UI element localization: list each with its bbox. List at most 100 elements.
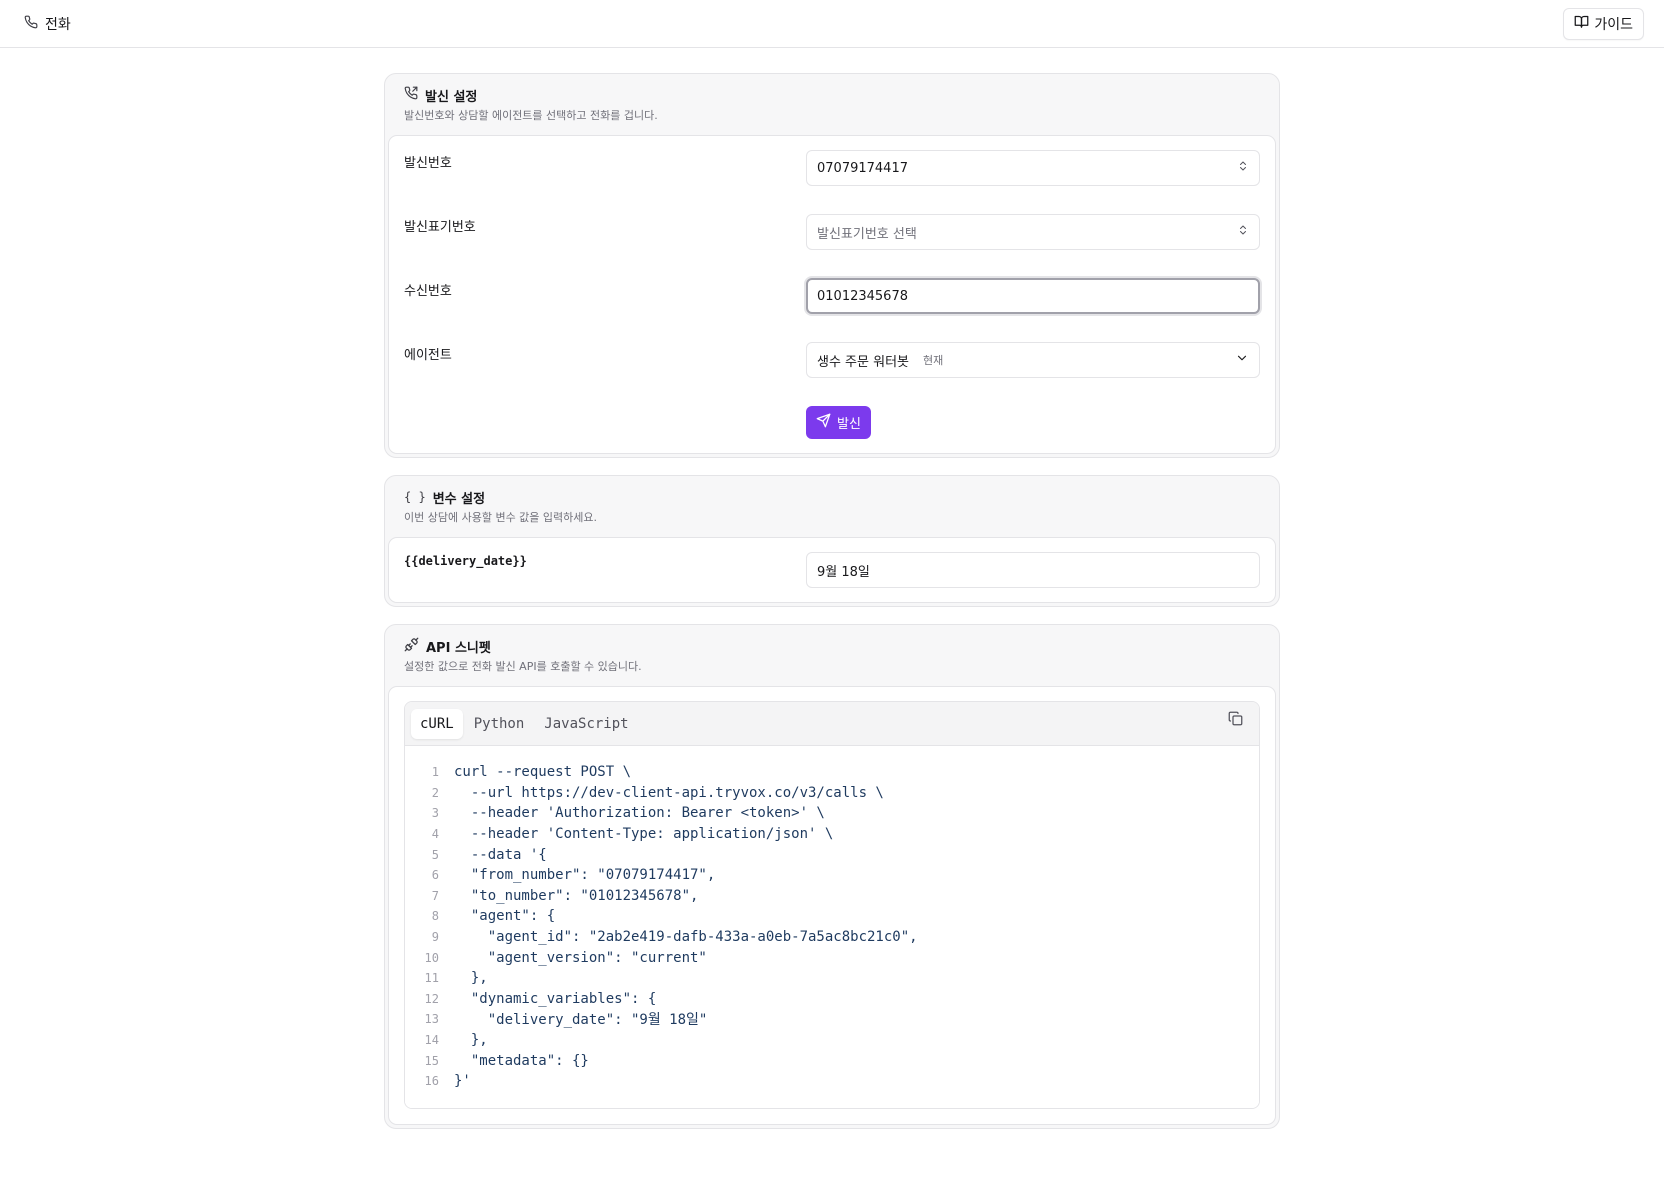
line-content: }' <box>454 1073 471 1090</box>
code-line: 10 "agent_version": "current" <box>405 947 1259 968</box>
phone-outgoing-icon <box>404 86 418 104</box>
send-button[interactable]: 발신 <box>806 406 871 439</box>
line-number: 9 <box>431 930 439 945</box>
section-header: API 스니펫 설정한 값으로 전화 발신 API를 호출할 수 있습니다. <box>388 625 1276 686</box>
send-slot: 발신 <box>806 406 1260 439</box>
line-number: 1 <box>431 765 439 780</box>
code-line: 6 "from_number": "07079174417", <box>405 865 1259 886</box>
chevrons-up-down-icon <box>1237 224 1249 240</box>
variables-form: {{delivery_date}} 9월 18일 <box>388 537 1276 603</box>
send-button-label: 발신 <box>837 417 861 432</box>
section-title: { } 변수 설정 <box>404 488 1260 507</box>
variable-value: 9월 18일 <box>817 564 870 580</box>
line-number: 3 <box>431 806 439 821</box>
tab-javascript[interactable]: JavaScript <box>535 709 637 739</box>
agent-version-tag: 현재 <box>923 354 944 367</box>
code-line: 4 --header 'Content-Type: application/js… <box>405 824 1259 845</box>
section-description: 이번 상담에 사용할 변수 값을 입력하세요. <box>404 511 598 524</box>
section-title-text: API 스니펫 <box>426 640 491 656</box>
display-number-row: 발신표기번호 발신표기번호 선택 <box>404 214 1260 250</box>
section-description: 설정한 값으로 전화 발신 API를 호출할 수 있습니다. <box>404 660 642 673</box>
code-line: 11 }, <box>405 968 1259 989</box>
page-title: 전화 <box>24 14 71 34</box>
variable-name: {{delivery_date}} <box>404 554 527 568</box>
line-content: --header 'Authorization: Bearer <token>'… <box>454 805 825 822</box>
line-content: "metadata": {} <box>454 1052 589 1069</box>
line-number: 14 <box>424 1033 439 1048</box>
chevron-down-icon <box>1235 351 1249 369</box>
guide-button[interactable]: 가이드 <box>1563 7 1644 40</box>
agent-select[interactable]: 생수 주문 워터봇 현재 <box>806 342 1260 378</box>
line-number: 15 <box>424 1053 439 1068</box>
section-header: 발신 설정 발신번호와 상담할 에이전트를 선택하고 전화를 겁니다. <box>388 74 1276 135</box>
guide-button-label: 가이드 <box>1594 16 1633 33</box>
line-content: "to_number": "01012345678", <box>454 887 699 904</box>
recipient-number-label: 수신번호 <box>404 284 452 299</box>
line-number: 13 <box>424 1012 439 1027</box>
code-tabs-bar: cURL Python JavaScript <box>405 702 1259 746</box>
code-line: 3 --header 'Authorization: Bearer <token… <box>405 803 1259 824</box>
line-content: }, <box>454 1032 488 1049</box>
display-number-select[interactable]: 발신표기번호 선택 <box>806 214 1260 250</box>
chevrons-up-down-icon <box>1237 160 1249 176</box>
code-viewer: cURL Python JavaScript 1 curl --request P… <box>404 701 1260 1109</box>
api-snippet-section: API 스니펫 설정한 값으로 전화 발신 API를 호출할 수 있습니다. c… <box>384 624 1280 1129</box>
code-line: 7 "to_number": "01012345678", <box>405 886 1259 907</box>
line-content: --data '{ <box>454 846 547 863</box>
recipient-number-input[interactable]: 01012345678 <box>806 278 1260 314</box>
recipient-number-value: 01012345678 <box>817 288 908 304</box>
line-content: "agent_version": "current" <box>454 949 707 966</box>
line-content: "delivery_date": "9월 18일" <box>454 1012 708 1029</box>
send-icon <box>816 413 831 432</box>
send-row: 발신 <box>404 406 1260 439</box>
plug-icon <box>404 637 419 656</box>
agent-select-value: 생수 주문 워터봇 현재 <box>817 351 943 370</box>
line-content: curl --request POST \ <box>454 764 632 781</box>
line-content: --url https://dev-client-api.tryvox.co/v… <box>454 784 884 801</box>
phone-icon <box>24 15 38 33</box>
code-line: 2 --url https://dev-client-api.tryvox.co… <box>405 783 1259 804</box>
code-line: 15 "metadata": {} <box>405 1050 1259 1071</box>
code-block: 1 curl --request POST \ 2 --url https://de… <box>405 746 1259 1108</box>
caller-number-label: 발신번호 <box>404 156 452 171</box>
section-title-text: 발신 설정 <box>425 89 478 105</box>
copy-button[interactable] <box>1225 711 1245 731</box>
variable-settings-section: { } 변수 설정 이번 상담에 사용할 변수 값을 입력하세요. {{deli… <box>384 475 1280 607</box>
line-content: --header 'Content-Type: application/json… <box>454 826 834 843</box>
line-number: 11 <box>424 971 439 986</box>
section-title: API 스니펫 <box>404 637 1260 656</box>
caller-number-select[interactable]: 07079174417 <box>806 150 1260 186</box>
book-open-icon <box>1574 14 1589 33</box>
code-line: 8 "agent": { <box>405 906 1259 927</box>
variable-row: {{delivery_date}} 9월 18일 <box>404 552 1260 588</box>
display-number-label: 발신표기번호 <box>404 220 476 235</box>
line-number: 6 <box>431 868 439 883</box>
line-content: }, <box>454 970 488 987</box>
line-content: "from_number": "07079174417", <box>454 867 716 884</box>
code-line: 12 "dynamic_variables": { <box>405 989 1259 1010</box>
recipient-number-row: 수신번호 01012345678 <box>404 278 1260 314</box>
agent-label: 에이전트 <box>404 348 452 363</box>
caller-number-row: 발신번호 07079174417 <box>404 150 1260 186</box>
code-line: 5 --data '{ <box>405 844 1259 865</box>
tab-python[interactable]: Python <box>465 709 534 739</box>
line-number: 4 <box>431 827 439 842</box>
page-title-text: 전화 <box>45 16 71 33</box>
line-number: 5 <box>431 847 439 862</box>
code-line: 13 "delivery_date": "9월 18일" <box>405 1009 1259 1030</box>
line-number: 2 <box>431 785 439 800</box>
line-content: "dynamic_variables": { <box>454 990 657 1007</box>
api-snippet-body: cURL Python JavaScript 1 curl --request P… <box>388 686 1276 1125</box>
code-line: 14 }, <box>405 1030 1259 1051</box>
code-line: 16 }' <box>405 1071 1259 1092</box>
line-number: 12 <box>424 991 439 1006</box>
code-language-tabs: cURL Python JavaScript <box>411 708 638 739</box>
display-number-placeholder: 발신표기번호 선택 <box>817 226 917 242</box>
agent-name: 생수 주문 워터봇 <box>817 354 909 370</box>
variable-value-input[interactable]: 9월 18일 <box>806 552 1260 588</box>
tab-curl[interactable]: cURL <box>411 708 463 739</box>
section-title-text: 변수 설정 <box>432 491 486 507</box>
agent-row: 에이전트 생수 주문 워터봇 현재 <box>404 342 1260 378</box>
top-bar: 전화 가이드 <box>0 0 1664 48</box>
line-number: 16 <box>424 1074 439 1089</box>
